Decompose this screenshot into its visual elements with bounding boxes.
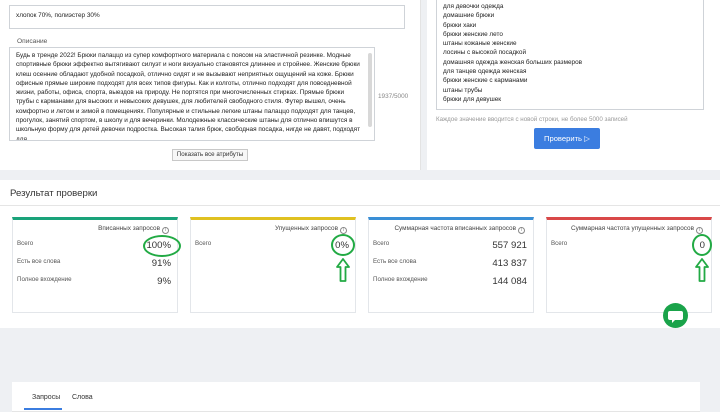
chat-button[interactable] (663, 303, 688, 328)
query-line: домашние брюки (443, 12, 495, 20)
divider (0, 205, 720, 206)
check-button[interactable]: Проверить ▷ (534, 128, 600, 149)
tab-queries[interactable]: Запросы (32, 394, 60, 401)
query-line: брюки для девушек (443, 95, 502, 103)
composition-value: хлопок 70%, полиэстер 30% (16, 12, 100, 19)
info-icon[interactable]: i (340, 227, 347, 234)
chat-icon (668, 311, 683, 323)
row-label: Всего (195, 240, 212, 247)
card-title: Суммарная частота вписанных запросов i (394, 225, 525, 234)
queries-textarea[interactable]: для девочки одежда домашние брюки брюки … (436, 0, 704, 110)
inscribed-frequency-card: Суммарная частота вписанных запросов i Вс… (368, 217, 534, 313)
description-scrollbar[interactable] (368, 53, 372, 127)
query-line: лосины с высокой посадкой (443, 49, 527, 57)
info-icon[interactable]: i (162, 227, 169, 234)
queries-panel: для девочки одежда домашние брюки брюки … (427, 0, 720, 170)
description-textarea[interactable]: Будь в тренде 2022! Брюки палаццо из суп… (9, 47, 375, 141)
show-all-attributes-button[interactable]: Показать все атрибуты (172, 149, 248, 161)
row-value: 557 921 (492, 240, 527, 251)
row-label: Есть все слова (17, 258, 61, 265)
result-tabs: Запросы Слова (12, 382, 700, 412)
char-counter: 1937/5000 (378, 93, 409, 100)
row-label: Всего (551, 240, 568, 247)
avito-watermark: Avito (624, 276, 666, 293)
card-title: Вписанных запросов i (98, 225, 169, 234)
card-title: Суммарная частота упущенных запросов i (571, 225, 703, 234)
tab-words[interactable]: Слова (72, 394, 93, 401)
row-label: Всего (373, 240, 390, 247)
arrow-up-icon (336, 258, 350, 282)
query-line: домашняя одежда женская больших размеров (443, 58, 583, 66)
info-icon[interactable]: i (696, 227, 703, 234)
row-label: Всего (17, 240, 34, 247)
queries-hint: Каждое значение вводится с новой строки,… (436, 116, 628, 123)
row-value: 144 084 (492, 276, 527, 287)
row-value: 91% (151, 258, 171, 269)
row-label: Полное вхождение (373, 276, 428, 283)
attributes-panel: хлопок 70%, полиэстер 30% Описание Будь … (0, 0, 421, 170)
missed-queries-card: Упущенных запросов i Всего 0% (190, 217, 356, 313)
inscribed-queries-card: Вписанных запросов i Всего 100% Есть все … (12, 217, 181, 313)
query-line: для девочки одежда (443, 3, 504, 10)
description-text: Будь в тренде 2022! Брюки палаццо из суп… (16, 52, 361, 141)
active-tab-indicator (24, 408, 62, 410)
query-line: брюки хаки (443, 21, 477, 29)
row-label: Полное вхождение (17, 276, 72, 283)
query-line: для танцев одежда женская (443, 68, 527, 76)
query-line: брюки женские лето (443, 30, 503, 38)
query-line: брюки женские с карманами (443, 77, 528, 85)
query-line: штаны кожаные женские (443, 40, 517, 48)
query-line: штаны трубы (443, 86, 483, 94)
composition-field[interactable]: хлопок 70%, полиэстер 30% (9, 5, 405, 29)
row-value: 413 837 (492, 258, 527, 269)
highlight-circle (143, 235, 181, 257)
result-panel: Результат проверки Вписанных запросов i В… (0, 180, 720, 412)
missed-frequency-card: Суммарная частота упущенных запросов i Вс… (546, 217, 712, 313)
row-value: 9% (157, 276, 171, 287)
result-title: Результат проверки (10, 188, 98, 199)
arrow-up-icon (695, 258, 709, 282)
card-title: Упущенных запросов i (275, 225, 347, 234)
highlight-circle (331, 234, 355, 256)
row-label: Есть все слова (373, 258, 417, 265)
info-icon[interactable]: i (518, 227, 525, 234)
description-label: Описание (17, 38, 48, 45)
highlight-circle (692, 234, 712, 256)
